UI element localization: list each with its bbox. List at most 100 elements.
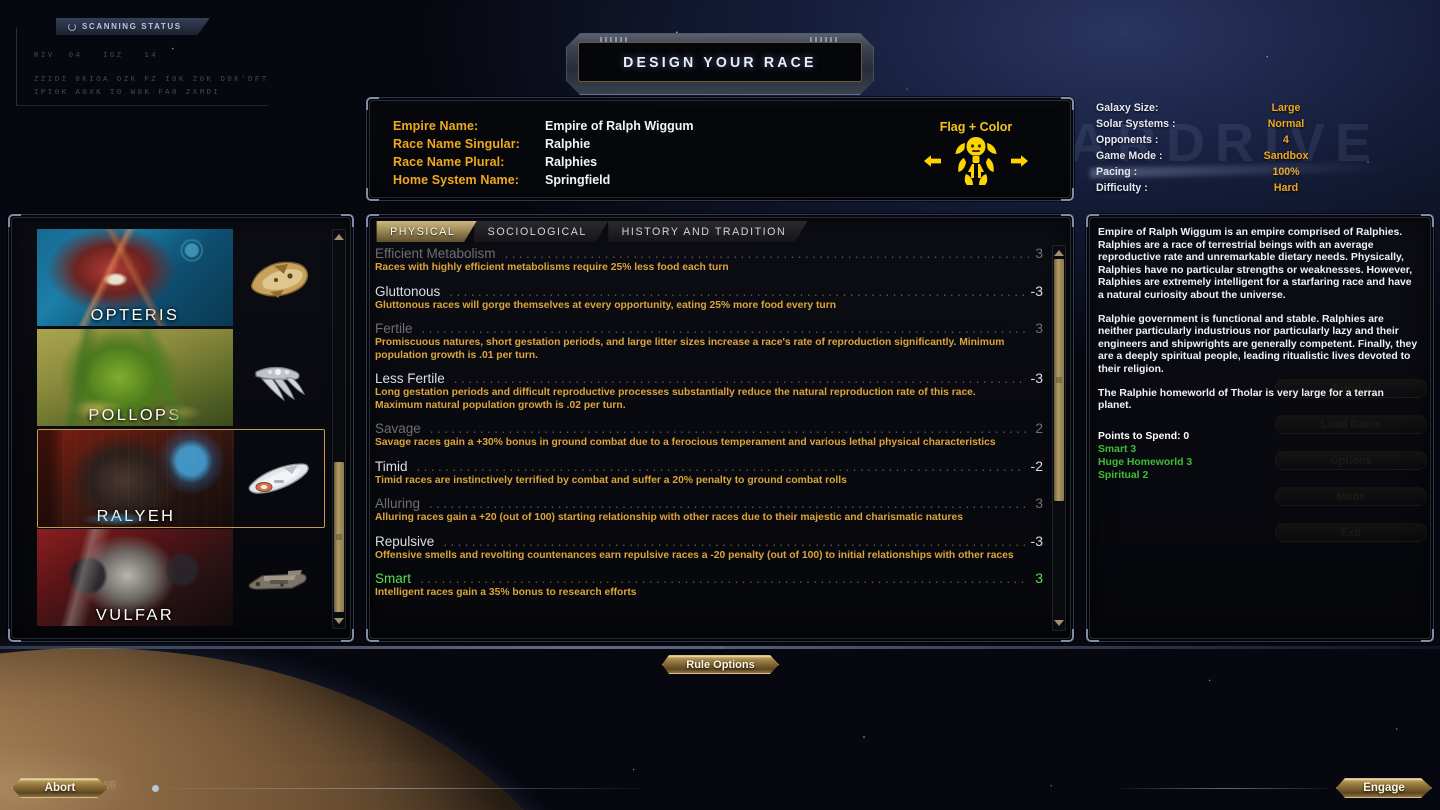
race-ship-icon (233, 229, 325, 328)
empire-identity-inner: Empire Name: Empire of Ralph Wiggum Race N… (377, 106, 1063, 192)
game-setting-row: Pacing : 100% (1096, 164, 1436, 180)
trait-row[interactable]: Efficient Metabolism....................… (375, 243, 1043, 281)
trait-cost: 3 (1035, 570, 1043, 586)
trait-leader-dots: ........................................… (429, 497, 1030, 511)
trait-description: Races with highly efficient metabolisms … (375, 262, 729, 273)
trait-cost: 3 (1035, 245, 1043, 261)
corner-bracket-icon (1086, 214, 1099, 227)
trait-header[interactable]: Fertile.................................… (375, 320, 1043, 336)
trait-name: Efficient Metabolism (375, 246, 496, 261)
trait-cost: 3 (1035, 320, 1043, 336)
flag-prev-arrow-icon[interactable] (924, 154, 942, 168)
trait-description: Offensive smells and revolting countenan… (375, 549, 1014, 561)
race-list-item[interactable]: RALYEH (37, 429, 325, 528)
traits-list[interactable]: Efficient Metabolism....................… (375, 243, 1043, 631)
trait-row[interactable]: Gluttonous..............................… (375, 281, 1043, 319)
race-name-label: RALYEH (96, 508, 176, 525)
empire-flag-emblem-icon[interactable] (952, 136, 1000, 186)
trait-name: Gluttonous (375, 283, 441, 299)
race-description-panel: Tutorial Load Game Options Mods Exit Empire … (1086, 214, 1434, 642)
race-traits-panel: PHYSICAL SOCIOLOGICAL HISTORY AND TRADITIO… (366, 214, 1074, 642)
scroll-up-arrow-icon[interactable] (1054, 248, 1064, 258)
description-paragraph: Ralphie government is functional and sta… (1098, 313, 1418, 375)
trait-name: Repulsive (375, 533, 435, 549)
bottom-rail-right (1120, 788, 1330, 789)
traits-tab-bar[interactable]: PHYSICAL SOCIOLOGICAL HISTORY AND TRADITIO… (375, 221, 804, 242)
race-list-scrollbar[interactable] (332, 229, 346, 629)
race-list-item[interactable]: OPTERIS (37, 229, 325, 328)
race-list[interactable]: OPTERIS POLLOPS RALYEH VULFAR (37, 229, 325, 629)
trait-leader-dots: ........................................… (420, 572, 1029, 586)
race-portrait: OPTERIS (37, 229, 233, 326)
scroll-down-arrow-icon[interactable] (334, 616, 344, 626)
trait-description: Alluring races gain a +20 (out of 100) s… (375, 512, 963, 523)
trait-header[interactable]: Smart...................................… (375, 570, 1043, 586)
game-setting-row: Game Mode : Sandbox (1096, 148, 1436, 164)
trait-cost: -3 (1030, 370, 1043, 386)
corner-bracket-icon (1421, 629, 1434, 642)
trait-leader-dots: ........................................… (449, 284, 1025, 298)
trait-description: Promiscuous natures, short gestation per… (375, 337, 1005, 361)
traits-scrollbar[interactable] (1052, 245, 1066, 631)
chosen-trait-item: Spiritual 2 (1098, 469, 1149, 481)
tab-sociological[interactable]: SOCIOLOGICAL (474, 221, 608, 242)
flag-next-arrow-icon[interactable] (1010, 154, 1028, 168)
corner-bracket-icon (1061, 214, 1074, 227)
points-to-spend: Points to Spend: 0 (1098, 430, 1190, 442)
game-setting-value: Sandbox (1263, 150, 1309, 162)
trait-cost: -3 (1030, 282, 1043, 299)
trait-header[interactable]: Savage..................................… (375, 420, 1043, 436)
race-ship-icon (234, 430, 324, 527)
scroll-up-arrow-icon[interactable] (334, 232, 344, 242)
trait-header[interactable]: Efficient Metabolism....................… (375, 245, 1043, 261)
race-portrait: VULFAR (37, 529, 233, 626)
rule-options-button[interactable]: Rule Options (662, 655, 779, 674)
game-setting-value: Normal (1267, 118, 1305, 130)
empire-field-label: Race Name Plural: (393, 154, 505, 169)
trait-row[interactable]: Repulsive...............................… (375, 531, 1043, 569)
race-list-scroll-thumb[interactable] (334, 462, 344, 612)
flag-color-picker[interactable]: Flag + Color (911, 120, 1041, 186)
abort-button[interactable]: Abort (12, 778, 108, 798)
trait-description: Long gestation periods and difficult rep… (375, 387, 976, 411)
trait-leader-dots: ........................................… (416, 459, 1025, 473)
corner-bracket-icon (1061, 97, 1074, 110)
trait-header[interactable]: Alluring................................… (375, 495, 1043, 511)
trait-row[interactable]: Smart...................................… (375, 568, 1043, 606)
game-setting-label: Difficulty : (1096, 182, 1148, 194)
game-setting-label: Galaxy Size: (1096, 102, 1159, 114)
engage-button[interactable]: Engage (1336, 778, 1432, 798)
description-paragraph: Empire of Ralph Wiggum is an empire comp… (1098, 227, 1413, 301)
traits-scroll-thumb[interactable] (1054, 259, 1064, 501)
race-list-item[interactable]: VULFAR (37, 529, 325, 628)
scanning-glyph-line-2: ZZIDI 0KIOA OZK FZ I0K Z0K D0K'DFT (34, 76, 269, 84)
trait-name: Fertile (375, 321, 413, 336)
trait-row[interactable]: Less Fertile............................… (375, 368, 1043, 418)
trait-row[interactable]: Fertile.................................… (375, 318, 1043, 368)
scanning-spinner-icon (68, 23, 76, 31)
trait-row[interactable]: Alluring................................… (375, 493, 1043, 531)
empire-field-value: Ralphies (545, 154, 598, 169)
trait-row[interactable]: Timid...................................… (375, 456, 1043, 494)
trait-header[interactable]: Gluttonous..............................… (375, 283, 1043, 299)
tab-history-and-tradition[interactable]: HISTORY AND TRADITION (608, 221, 808, 242)
race-ship-icon (233, 329, 325, 428)
empire-field-label: Home System Name: (393, 172, 520, 187)
trait-header[interactable]: Less Fertile............................… (375, 370, 1043, 386)
trait-row[interactable]: Savage..................................… (375, 418, 1043, 456)
horizon-line (0, 646, 1440, 649)
race-name-label: VULFAR (95, 607, 175, 624)
trait-name: Smart (375, 571, 412, 586)
trait-leader-dots: ........................................… (421, 322, 1030, 336)
scanning-status-hud: SCANNING STATUS RIV 04 IGZ 14 ZZIDI 0KIO… (16, 18, 268, 106)
race-list-item[interactable]: POLLOPS (37, 329, 325, 428)
trait-header[interactable]: Timid...................................… (375, 458, 1043, 474)
game-setting-label: Opponents : (1096, 134, 1159, 146)
trait-header[interactable]: Repulsive...............................… (375, 533, 1043, 549)
trait-cost: -2 (1030, 457, 1043, 474)
scanning-glyph-line-3: IPI0K A0XK I0 W0K FA0 ZXMDI (34, 89, 221, 97)
corner-bracket-icon (8, 214, 21, 227)
trait-cost: 2 (1035, 420, 1043, 436)
scroll-down-arrow-icon[interactable] (1054, 618, 1064, 628)
tab-physical[interactable]: PHYSICAL (377, 221, 477, 242)
